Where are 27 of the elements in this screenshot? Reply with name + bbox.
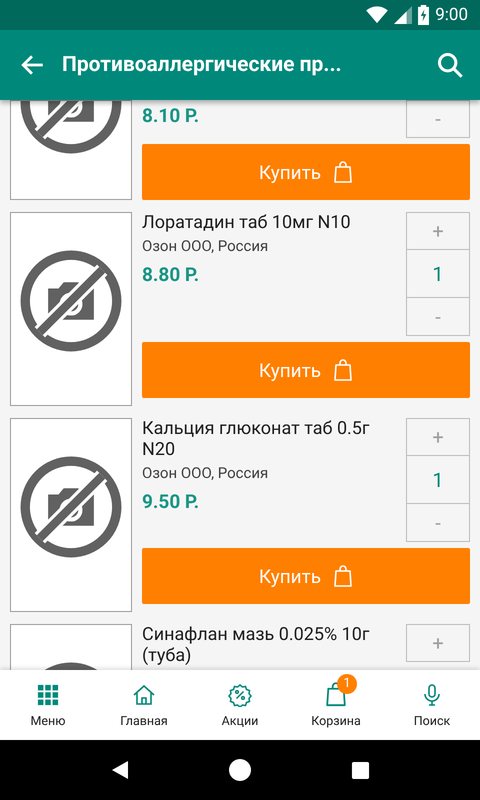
- clock: 9:00: [435, 5, 468, 25]
- quantity: 1: [406, 456, 470, 504]
- product-name: Кальция глюконат таб 0.5г N20: [142, 418, 370, 460]
- price: 9.50 Р.: [142, 490, 200, 513]
- increase-button[interactable]: +: [406, 212, 470, 250]
- decrease-button[interactable]: -: [406, 100, 470, 138]
- nav-item[interactable]: 1 Корзина: [288, 670, 384, 740]
- quantity: 1: [406, 250, 470, 298]
- manufacturer: Озон ООО, Россия: [142, 237, 270, 255]
- nav-item[interactable]: Меню: [0, 670, 96, 740]
- nav-item[interactable]: Акции: [192, 670, 288, 740]
- decrease-button[interactable]: -: [406, 504, 470, 542]
- buy-button[interactable]: Купить: [142, 548, 470, 604]
- nav-item[interactable]: Поиск: [384, 670, 480, 740]
- buy-button[interactable]: Купить: [142, 144, 470, 200]
- manufacturer: Озон ООО, Россия: [142, 464, 270, 482]
- price: 8.80 Р.: [142, 263, 200, 286]
- buy-button[interactable]: Купить: [142, 342, 470, 398]
- increase-button[interactable]: +: [406, 624, 470, 662]
- screen-title: Противоаллергические пр...: [62, 53, 343, 77]
- nav-item[interactable]: Главная: [96, 670, 192, 740]
- product-name: Лоратадин таб 10мг N10: [142, 212, 352, 233]
- increase-button[interactable]: +: [406, 418, 470, 456]
- price: 8.10 Р.: [142, 104, 200, 127]
- product-name: Синафлан мазь 0.025% 10г (туба): [142, 624, 370, 666]
- cart-count-badge: 1: [337, 674, 357, 694]
- decrease-button[interactable]: -: [406, 298, 470, 336]
